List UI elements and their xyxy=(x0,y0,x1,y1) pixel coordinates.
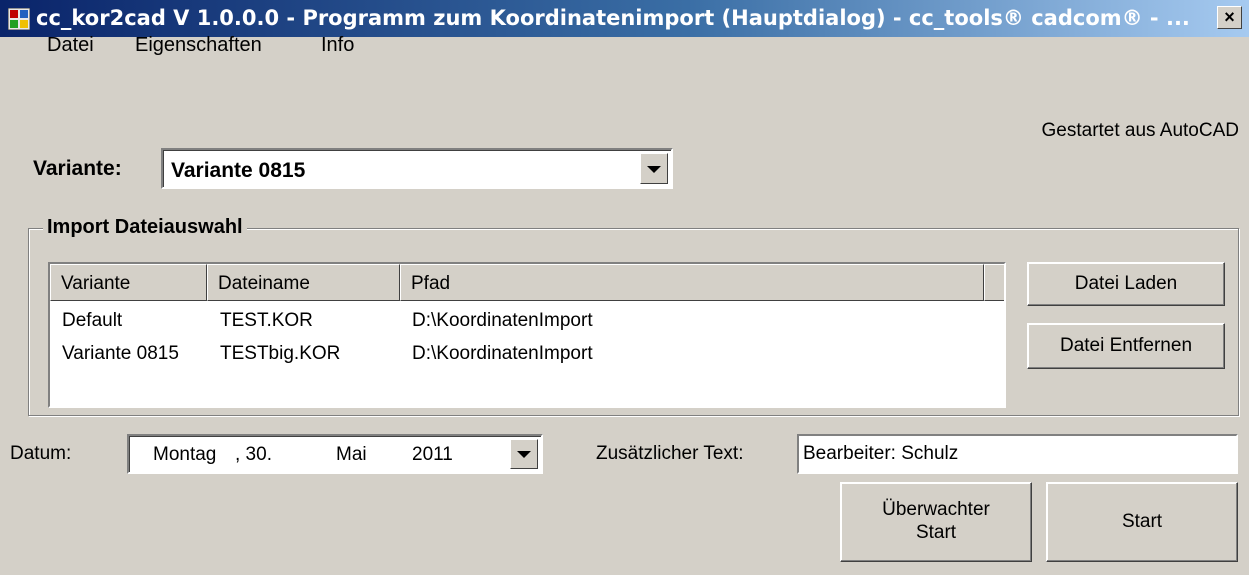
variante-label: Variante: xyxy=(33,157,122,180)
datei-laden-button[interactable]: Datei Laden xyxy=(1027,262,1225,306)
zusatz-text-label: Zusätzlicher Text: xyxy=(596,443,744,464)
cell-variante: Variante 0815 xyxy=(62,343,179,364)
date-picker[interactable]: Montag , 30. Mai 2011 xyxy=(127,434,543,474)
import-group-title: Import Dateiauswahl xyxy=(43,216,247,239)
column-header-dateiname[interactable]: Dateiname xyxy=(207,264,400,301)
status-text: Gestartet aus AutoCAD xyxy=(1041,120,1240,141)
cell-dateiname: TESTbig.KOR xyxy=(220,343,341,364)
variante-select[interactable]: Variante 0815 xyxy=(161,148,673,189)
list-header: Variante Dateiname Pfad xyxy=(50,264,1004,301)
zusatz-text-input[interactable]: Bearbeiter: Schulz xyxy=(797,434,1238,474)
cell-variante: Default xyxy=(62,310,123,331)
start-button[interactable]: Start xyxy=(1046,482,1238,562)
chevron-down-icon[interactable] xyxy=(510,439,538,469)
list-item[interactable]: Default TEST.KOR D:\KoordinatenImport xyxy=(50,310,1004,342)
column-header-filler xyxy=(984,264,1004,301)
cell-pfad: D:\KoordinatenImport xyxy=(412,310,593,331)
date-weekday[interactable]: Montag xyxy=(153,444,216,466)
date-year[interactable]: 2011 xyxy=(412,444,453,466)
menu-datei[interactable]: Datei xyxy=(47,34,94,57)
variante-value: Variante 0815 xyxy=(171,159,306,182)
window-title: cc_kor2cad V 1.0.0.0 - Programm zum Koor… xyxy=(36,6,1190,30)
cell-pfad: D:\KoordinatenImport xyxy=(412,343,593,364)
chevron-down-icon[interactable] xyxy=(640,153,668,184)
close-icon: × xyxy=(1224,7,1235,27)
cell-dateiname: TEST.KOR xyxy=(220,310,313,331)
datum-label: Datum: xyxy=(10,443,72,464)
app-icon xyxy=(8,8,30,30)
close-button[interactable]: × xyxy=(1217,6,1242,29)
ueberwachter-start-button[interactable]: Überwachter Start xyxy=(840,482,1032,562)
ueberwachter-start-label: Überwachter Start xyxy=(882,499,990,543)
list-item[interactable]: Variante 0815 TESTbig.KOR D:\Koordinaten… xyxy=(50,343,1004,375)
column-header-variante[interactable]: Variante xyxy=(50,264,207,301)
date-day[interactable]: , 30. xyxy=(235,444,272,466)
column-header-pfad[interactable]: Pfad xyxy=(400,264,984,301)
date-month[interactable]: Mai xyxy=(336,444,367,466)
datei-entfernen-button[interactable]: Datei Entfernen xyxy=(1027,323,1225,369)
file-list[interactable]: Variante Dateiname Pfad Default TEST.KOR… xyxy=(48,262,1006,408)
menu-eigenschaften[interactable]: Eigenschaften xyxy=(135,34,262,57)
menu-info[interactable]: Info xyxy=(321,34,354,57)
title-bar: cc_kor2cad V 1.0.0.0 - Programm zum Koor… xyxy=(0,0,1249,37)
